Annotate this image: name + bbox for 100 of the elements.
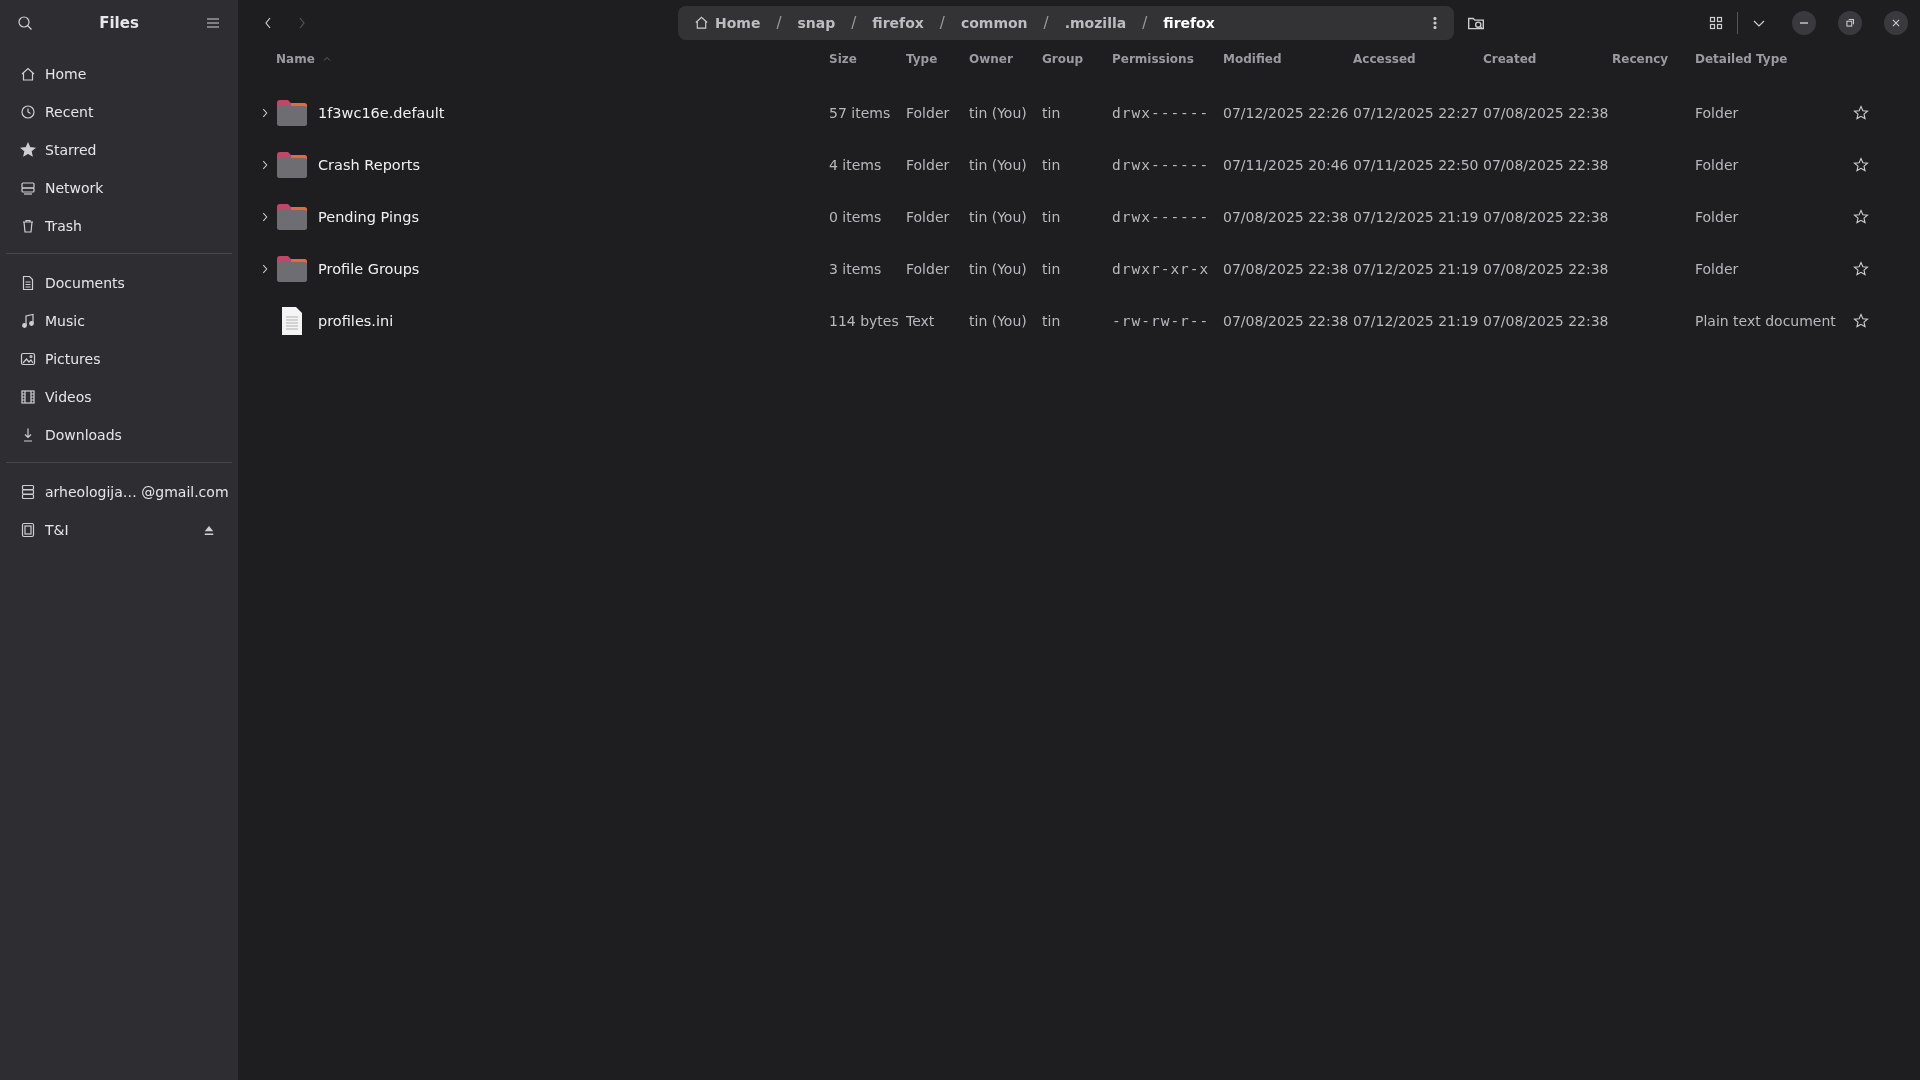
- file-name: Pending Pings: [318, 209, 419, 225]
- table-cell: 07/12/2025 21:19: [1353, 209, 1479, 225]
- path-segment[interactable]: firefox: [1159, 14, 1219, 31]
- clock-icon: [20, 104, 36, 120]
- table-cell: drwx------: [1112, 209, 1210, 225]
- music-note-icon: [20, 313, 36, 329]
- table-cell: 4 items: [829, 157, 882, 173]
- column-header[interactable]: Permissions: [1112, 45, 1223, 73]
- search-icon: [17, 14, 33, 31]
- home-icon: [694, 15, 709, 30]
- drive-icon: [20, 484, 36, 500]
- table-cell: 07/08/2025 22:38: [1223, 313, 1349, 329]
- star-icon: [1853, 209, 1869, 225]
- path-segment[interactable]: firefox: [868, 14, 928, 31]
- film-icon: [20, 389, 36, 405]
- column-header[interactable]: Owner: [969, 45, 1042, 73]
- sidebar-item[interactable]: Trash: [6, 207, 232, 245]
- sidebar-item[interactable]: Starred: [6, 131, 232, 169]
- sidebar-item[interactable]: Videos: [6, 378, 232, 416]
- table-cell: tin (You): [969, 209, 1027, 225]
- path-segment[interactable]: Home: [690, 14, 765, 31]
- minimize-button[interactable]: [1792, 10, 1816, 35]
- sidebar-item[interactable]: arheologija… @gmail.com: [6, 473, 232, 511]
- table-cell: 07/08/2025 22:38: [1483, 105, 1609, 121]
- table-cell: Folder: [1695, 209, 1739, 225]
- table-cell: Folder: [906, 261, 950, 277]
- table-cell: drwx------: [1112, 105, 1210, 121]
- path-separator: /: [1141, 13, 1149, 32]
- folder-icon: [276, 99, 308, 127]
- table-cell: 07/08/2025 22:38: [1223, 261, 1349, 277]
- folder-icon: [276, 255, 308, 283]
- table-cell: tin: [1042, 105, 1061, 121]
- table-cell: Folder: [1695, 261, 1739, 277]
- path-segment[interactable]: snap: [793, 14, 840, 31]
- close-button[interactable]: [1884, 10, 1908, 35]
- table-cell: Folder: [1695, 157, 1739, 173]
- file-name: Profile Groups: [318, 261, 420, 277]
- table-cell: tin (You): [969, 105, 1027, 121]
- star-icon: [1853, 313, 1869, 329]
- sidebar-item[interactable]: Network: [6, 169, 232, 207]
- table-cell: tin: [1042, 157, 1061, 173]
- path-separator: /: [850, 13, 858, 32]
- table-cell: Folder: [1695, 105, 1739, 121]
- sidebar-item[interactable]: Documents: [6, 264, 232, 302]
- chip-icon: [20, 522, 36, 538]
- table-cell: 07/12/2025 21:19: [1353, 313, 1479, 329]
- maximize-button[interactable]: [1838, 10, 1862, 35]
- column-header[interactable]: Group: [1042, 45, 1112, 73]
- star-icon: [1853, 157, 1869, 173]
- column-header[interactable]: Accessed: [1353, 45, 1483, 73]
- table-cell: -rw-rw-r--: [1112, 313, 1210, 329]
- column-header[interactable]: Modified: [1223, 45, 1353, 73]
- column-header[interactable]: Detailed Type: [1695, 45, 1850, 73]
- table-cell: tin: [1042, 313, 1061, 329]
- table-cell: 0 items: [829, 209, 882, 225]
- folder-icon: [276, 203, 308, 231]
- sidebar-item[interactable]: T&I: [6, 511, 232, 549]
- path-separator: /: [775, 13, 783, 32]
- file-name: profiles.ini: [318, 313, 394, 329]
- column-header[interactable]: Recency: [1612, 45, 1695, 73]
- path-separator: /: [1042, 13, 1050, 32]
- folder-icon: [276, 151, 308, 179]
- eject-icon[interactable]: [204, 525, 214, 535]
- home-icon: [20, 66, 36, 82]
- table-cell: 07/12/2025 22:26: [1223, 105, 1349, 121]
- file-name: Crash Reports: [318, 157, 420, 173]
- sidebar-title: Files: [99, 13, 139, 32]
- table-cell: 07/08/2025 22:38: [1483, 313, 1609, 329]
- sidebar-item[interactable]: Pictures: [6, 340, 232, 378]
- path-segment[interactable]: .mozilla: [1060, 14, 1131, 31]
- column-header[interactable]: Type: [906, 45, 969, 73]
- table-cell: Text: [906, 313, 935, 329]
- sidebar-item[interactable]: Downloads: [6, 416, 232, 454]
- table-cell: Folder: [906, 105, 950, 121]
- table-cell: 07/11/2025 22:50: [1353, 157, 1479, 173]
- sidebar-item[interactable]: Home: [6, 55, 232, 93]
- star-icon: [20, 142, 36, 158]
- table-cell: Folder: [906, 157, 950, 173]
- table-cell: 57 items: [829, 105, 891, 121]
- file-name: 1f3wc16e.default: [318, 105, 445, 121]
- path-segment[interactable]: common: [956, 14, 1032, 31]
- path-separator: /: [938, 13, 946, 32]
- table-cell: tin: [1042, 209, 1061, 225]
- minimize-icon: [1800, 21, 1808, 24]
- column-header[interactable]: Name: [276, 45, 829, 73]
- sidebar-item[interactable]: Music: [6, 302, 232, 340]
- column-header[interactable]: Size: [829, 45, 906, 73]
- table-cell: tin (You): [969, 261, 1027, 277]
- table-cell: drwx------: [1112, 157, 1210, 173]
- table-cell: 07/12/2025 22:27: [1353, 105, 1479, 121]
- table-cell: Folder: [906, 209, 950, 225]
- column-header[interactable]: Created: [1483, 45, 1612, 73]
- table-cell: 07/12/2025 21:19: [1353, 261, 1479, 277]
- trash-icon: [20, 218, 36, 234]
- table-cell: 07/08/2025 22:38: [1483, 261, 1609, 277]
- image-icon: [20, 351, 36, 367]
- table-cell: Plain text document: [1695, 313, 1836, 329]
- star-icon: [1853, 105, 1869, 121]
- sidebar-item[interactable]: Recent: [6, 93, 232, 131]
- server-icon: [20, 180, 36, 196]
